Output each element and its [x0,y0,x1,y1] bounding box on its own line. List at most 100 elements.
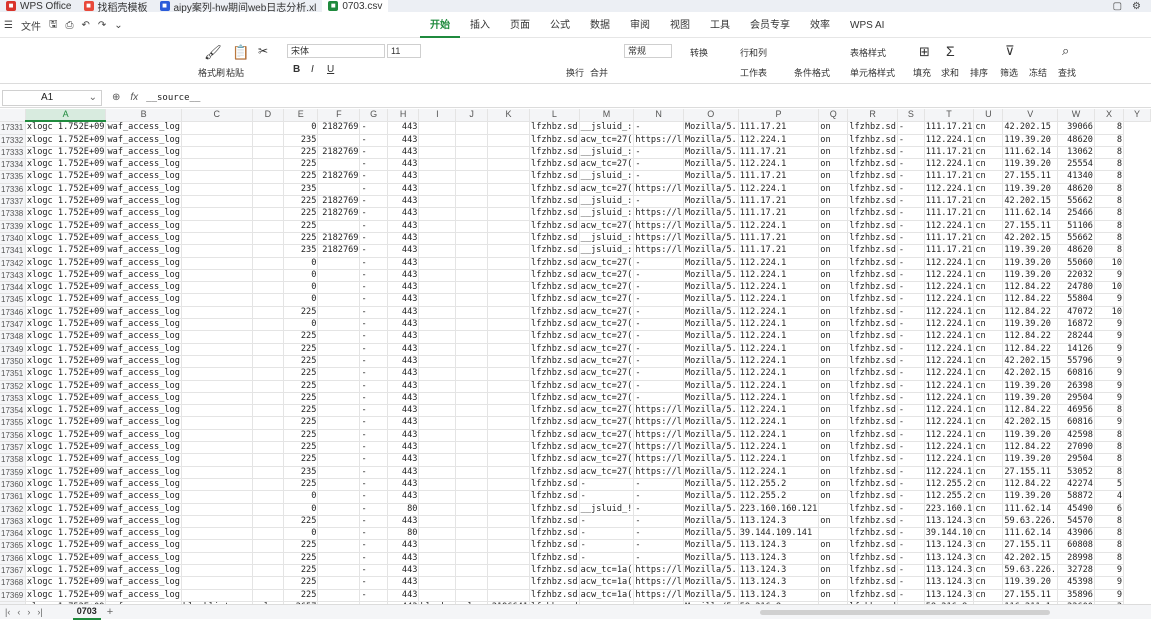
column-header[interactable]: S [897,109,925,122]
cell[interactable]: - [897,576,925,590]
cell[interactable] [181,576,253,590]
cell[interactable]: cn [973,158,1004,172]
cell[interactable] [455,183,488,197]
cell[interactable]: 443 [387,539,420,553]
freeze-button[interactable]: 冻结 [1029,66,1047,79]
cell[interactable]: cn [973,478,1004,492]
cell[interactable]: acw_tc=27( [579,392,635,406]
row-header[interactable]: 17363 [0,515,26,529]
cell[interactable] [252,392,285,406]
cell[interactable]: 235 [283,134,319,147]
cell[interactable]: xlogc 1.752E+09 [25,527,107,541]
cell[interactable]: 112.224.1 [738,429,820,443]
cell[interactable]: 9 [1094,293,1125,307]
row-header[interactable]: 17353 [0,392,26,406]
cell[interactable] [487,355,531,369]
cell[interactable]: __jsluid_: [579,244,635,258]
cell[interactable] [418,515,457,529]
cell[interactable]: 443 [387,293,420,307]
cell[interactable]: lfzhbz.sd [529,330,580,344]
cell[interactable]: - [633,392,684,406]
cell[interactable] [181,195,253,209]
cell[interactable]: 111.17.21 [738,170,820,184]
cell[interactable]: lfzhbz.sd [847,367,898,381]
cell[interactable] [252,503,285,516]
cell[interactable]: - [897,416,925,430]
cell[interactable]: acw_tc=27( [579,293,635,307]
cell[interactable] [487,466,531,479]
cell[interactable]: 111.17.21 [924,207,975,221]
cell[interactable]: 112.224.1 [924,134,975,147]
cell[interactable]: on [818,281,849,295]
cell[interactable] [487,490,531,504]
cell[interactable]: 9 [1094,269,1125,283]
cell[interactable]: 112.224.1 [738,269,820,283]
column-header[interactable]: K [487,109,531,122]
cell[interactable] [181,564,253,578]
cell[interactable]: 42598 [1057,429,1095,443]
cell[interactable]: acw_tc=27( [579,257,635,270]
cell[interactable]: 8 [1094,207,1125,221]
cell[interactable]: xlogc 1.752E+09 [25,539,107,553]
cell[interactable]: lfzhbz.sd [529,490,580,504]
cell[interactable]: cn [973,134,1004,147]
cell[interactable] [317,330,361,344]
cell[interactable]: 111.62.14 [1002,527,1059,541]
cell[interactable]: 112.224.1 [738,441,820,455]
cell[interactable]: 2182769 [317,121,361,135]
cell[interactable]: 8 [1094,429,1125,443]
cell[interactable]: 113.124.3 [924,552,975,565]
font-family-select[interactable]: 宋体 [287,44,385,58]
cell[interactable] [418,207,457,221]
cell[interactable]: 112.224.1 [924,220,975,233]
cell[interactable]: 27.155.11 [1002,170,1059,184]
cell[interactable]: - [897,318,925,332]
cell[interactable] [317,429,361,443]
cell[interactable]: - [359,527,388,541]
cell[interactable]: 443 [387,490,420,504]
cell[interactable] [487,564,531,578]
cell[interactable]: - [579,515,635,529]
cell[interactable]: 9 [1094,355,1125,369]
cell[interactable]: cn [973,367,1004,381]
cell[interactable]: Mozilla/5. [683,146,739,160]
rowcol-button[interactable]: 行和列 [740,46,767,59]
cell[interactable]: - [897,478,925,492]
cell[interactable]: 8 [1094,158,1125,172]
column-header[interactable]: V [1002,109,1059,122]
cut-icon[interactable]: ✂ [258,44,268,58]
cell[interactable] [252,404,285,418]
cell[interactable] [252,343,285,356]
cell[interactable]: lfzhbz.sd [847,490,898,504]
cell[interactable] [455,416,488,430]
cell[interactable]: 119.39.20 [1002,269,1059,283]
cell[interactable] [317,478,361,492]
cell[interactable]: lfzhbz.sd [847,453,898,467]
cell[interactable]: 225 [283,576,319,590]
cell[interactable]: Mozilla/5. [683,576,739,590]
cell[interactable]: Mozilla/5. [683,330,739,344]
cell[interactable]: 111.62.14 [1002,503,1059,516]
cell[interactable]: 8 [1094,244,1125,258]
cell[interactable]: 8 [1094,539,1125,553]
cell[interactable] [181,503,253,516]
cell[interactable]: - [359,367,388,381]
cell[interactable] [252,232,285,246]
cell[interactable] [455,453,488,467]
cell[interactable]: 48620 [1057,183,1095,197]
cell[interactable]: 443 [387,576,420,590]
cell[interactable] [418,121,457,135]
cell[interactable]: - [897,134,925,147]
select-all-corner[interactable] [0,109,26,122]
cell[interactable]: lfzhbz.sd [529,220,580,233]
cell[interactable]: 8 [1094,552,1125,565]
cell[interactable]: - [359,343,388,356]
cell[interactable] [418,441,457,455]
cell[interactable]: acw_tc=27( [579,318,635,332]
cell[interactable]: 6 [1094,503,1125,516]
cell[interactable]: 111.17.21 [924,195,975,209]
cell[interactable]: xlogc 1.752E+09 [25,121,107,135]
cell[interactable] [181,589,253,602]
cell[interactable]: 5 [1094,478,1125,492]
cell[interactable]: xlogc 1.752E+09 [25,183,107,197]
